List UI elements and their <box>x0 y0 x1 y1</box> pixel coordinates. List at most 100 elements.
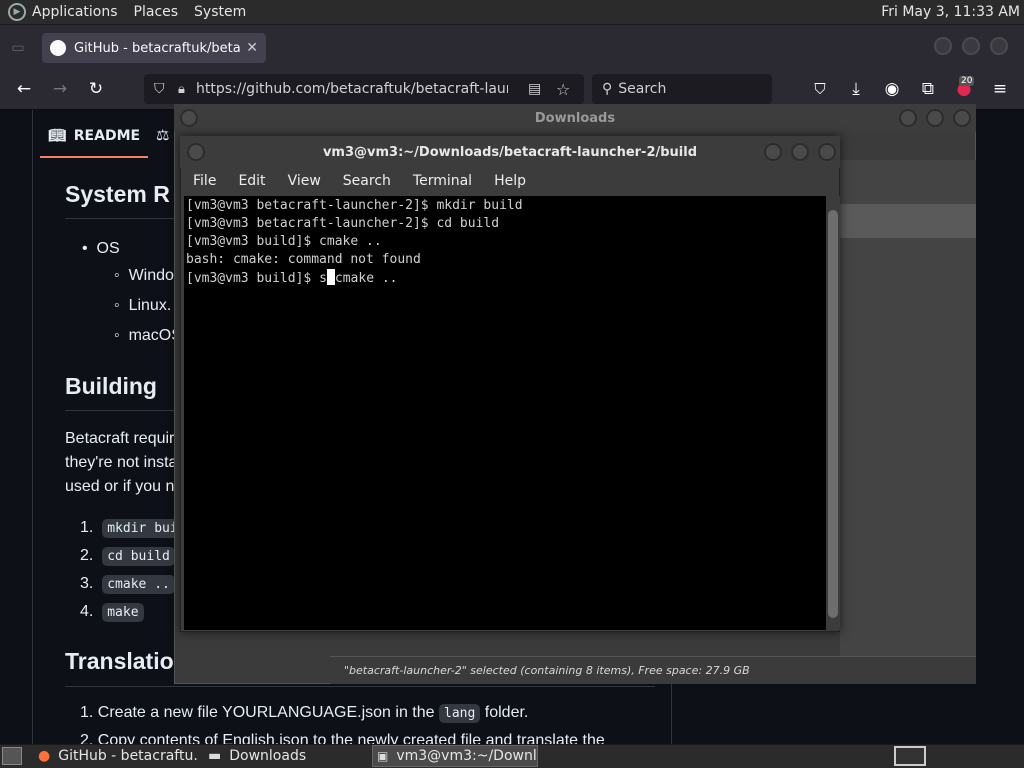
terminal-title: vm3@vm3:~/Downloads/betacraft-launcher-2… <box>322 144 698 160</box>
distro-logo-icon[interactable]: ▶ <box>8 3 26 21</box>
os-list-item: • OS <box>82 240 120 257</box>
heading-system-requirements: System R <box>65 181 170 207</box>
os-label: OS <box>96 240 120 257</box>
heading-building: Building <box>65 373 157 399</box>
file-manager-minimize-button[interactable] <box>899 109 917 127</box>
divider <box>65 686 655 687</box>
step-text: Create a new file YOURLANGUAGE.json in t… <box>97 704 435 721</box>
menu-terminal[interactable]: Terminal <box>413 173 472 189</box>
step-text: folder. <box>484 704 529 721</box>
system-menu[interactable]: System <box>194 4 246 20</box>
translation-step-1: 1. Create a new file YOURLANGUAGE.json i… <box>80 704 529 723</box>
search-box[interactable]: ⚲ Search <box>592 74 772 104</box>
taskbar-item-terminal[interactable]: ▣ vm3@vm3:~/Downl... <box>372 745 538 767</box>
tab-title: GitHub - betacraftuk/betac <box>74 40 241 56</box>
browser-tab-github[interactable]: GitHub - betacraftuk/betac ✕ <box>42 33 266 63</box>
terminal-maximize-button[interactable] <box>791 143 809 161</box>
taskbar-item-firefox[interactable]: ● GitHub - betacraftu... <box>34 745 198 767</box>
terminal-icon: ▣ <box>377 749 389 763</box>
selected-file-row[interactable] <box>840 204 976 238</box>
heading-translation: Translatio <box>65 648 174 674</box>
minimize-button[interactable] <box>934 37 952 55</box>
reader-view-icon[interactable]: ▤ <box>528 81 541 97</box>
terminal-input-line[interactable]: [vm3@vm3 build]$ s cmake .. <box>186 269 824 288</box>
maximize-button[interactable] <box>962 37 980 55</box>
terminal-output[interactable]: [vm3@vm3 betacraft-launcher-2]$ mkdir bu… <box>184 196 826 630</box>
pocket-icon[interactable]: ⛉ <box>808 77 832 101</box>
code-snippet: cmake .. <box>102 575 175 594</box>
build-step-2: 2. cd build <box>80 547 175 566</box>
github-icon <box>50 40 66 56</box>
terminal-menu-button[interactable] <box>187 143 205 161</box>
code-snippet: make <box>102 603 144 622</box>
top-panel: ▶ Applications Places System Fri May 3, … <box>0 0 1024 25</box>
license-scale-icon[interactable]: ⚖ <box>156 126 169 144</box>
build-step-4: 4. make <box>80 603 144 622</box>
workspace-switcher[interactable] <box>894 746 926 766</box>
status-text: "betacraft-launcher-2" selected (contain… <box>344 664 750 677</box>
firefox-icon: ● <box>38 748 51 764</box>
bookmark-star-icon[interactable]: ☆ <box>556 80 570 99</box>
menu-view[interactable]: View <box>288 173 321 189</box>
clock[interactable]: Fri May 3, 11:33 AM <box>881 4 1020 20</box>
readme-tab-label: README <box>73 128 141 144</box>
menu-hamburger-icon[interactable]: ≡ <box>988 77 1012 101</box>
tab-list-icon[interactable]: ▭ <box>6 36 30 60</box>
book-icon: 📖︎ <box>48 128 66 144</box>
terminal-scrollbar-thumb[interactable] <box>828 210 838 618</box>
terminal-minimize-button[interactable] <box>764 143 782 161</box>
taskbar-item-label: vm3@vm3:~/Downl... <box>396 748 538 764</box>
menu-edit[interactable]: Edit <box>238 173 265 189</box>
ublock-badge: 20 <box>959 76 975 86</box>
menu-file[interactable]: File <box>193 173 216 189</box>
os-item-linux: ◦ Linux. <box>114 297 172 314</box>
reload-icon[interactable]: ↻ <box>84 77 108 101</box>
lock-icon[interactable]: 🔒︎ <box>178 82 185 97</box>
extensions-icon[interactable]: ⧉ <box>916 77 940 101</box>
typed-text-after-cursor: cmake .. <box>334 271 398 286</box>
browser-window-controls <box>924 37 1008 59</box>
menu-search[interactable]: Search <box>343 173 391 189</box>
downloads-icon[interactable]: ⤓ <box>844 77 868 101</box>
applications-menu[interactable]: Applications <box>32 4 118 20</box>
show-desktop-icon[interactable] <box>2 747 22 765</box>
folder-icon: ▬ <box>208 748 222 764</box>
terminal-close-button[interactable] <box>818 143 836 161</box>
build-step-3: 3. cmake .. <box>80 575 175 594</box>
building-paragraph-line: used or if you n <box>65 478 175 495</box>
typed-text-before-cursor: s <box>319 271 327 286</box>
terminal-prompt: [vm3@vm3 build]$ <box>186 271 320 286</box>
file-manager-menu-button[interactable] <box>180 109 198 127</box>
close-tab-icon[interactable]: ✕ <box>246 40 258 56</box>
taskbar-item-label: GitHub - betacraftu... <box>58 748 198 764</box>
account-icon[interactable]: ◉ <box>880 77 904 101</box>
file-manager-title: Downloads <box>534 110 616 126</box>
file-manager-titlebar: Downloads <box>174 104 976 132</box>
places-menu[interactable]: Places <box>134 4 179 20</box>
tab-readme[interactable]: 📖︎ README <box>40 116 149 158</box>
close-window-button[interactable] <box>990 37 1008 55</box>
terminal-titlebar: vm3@vm3:~/Downloads/betacraft-launcher-2… <box>180 136 840 168</box>
taskbar-item-label: Downloads <box>229 748 307 764</box>
os-item-macos: ◦ macOS <box>114 327 182 344</box>
code-snippet: mkdir bui <box>102 519 183 538</box>
file-manager-statusbar: "betacraft-launcher-2" selected (contain… <box>330 656 976 684</box>
terminal-line: [vm3@vm3 betacraft-launcher-2]$ mkdir bu… <box>186 198 523 213</box>
build-step-1: 1. mkdir bui <box>80 519 183 538</box>
shield-icon[interactable]: ⛉ <box>154 81 165 97</box>
terminal-line: bash: cmake: command not found <box>186 252 421 267</box>
search-placeholder: Search <box>618 81 667 97</box>
file-manager-close-button[interactable] <box>953 109 971 127</box>
code-snippet: lang <box>439 704 481 723</box>
url-text[interactable]: https://github.com/betacraftuk/betacraft… <box>196 81 508 97</box>
url-bar[interactable]: ⛉ 🔒︎ https://github.com/betacraftuk/beta… <box>144 74 584 104</box>
forward-icon[interactable]: → <box>48 77 72 101</box>
taskbar-item-downloads[interactable]: ▬ Downloads <box>204 745 368 767</box>
text-cursor <box>326 269 335 285</box>
building-paragraph-line: they're not insta <box>65 454 178 471</box>
building-paragraph-line: Betacraft requir <box>65 430 175 447</box>
terminal-line: [vm3@vm3 betacraft-launcher-2]$ cd build <box>186 216 500 231</box>
file-manager-maximize-button[interactable] <box>926 109 944 127</box>
menu-help[interactable]: Help <box>494 173 526 189</box>
back-icon[interactable]: ← <box>12 77 36 101</box>
